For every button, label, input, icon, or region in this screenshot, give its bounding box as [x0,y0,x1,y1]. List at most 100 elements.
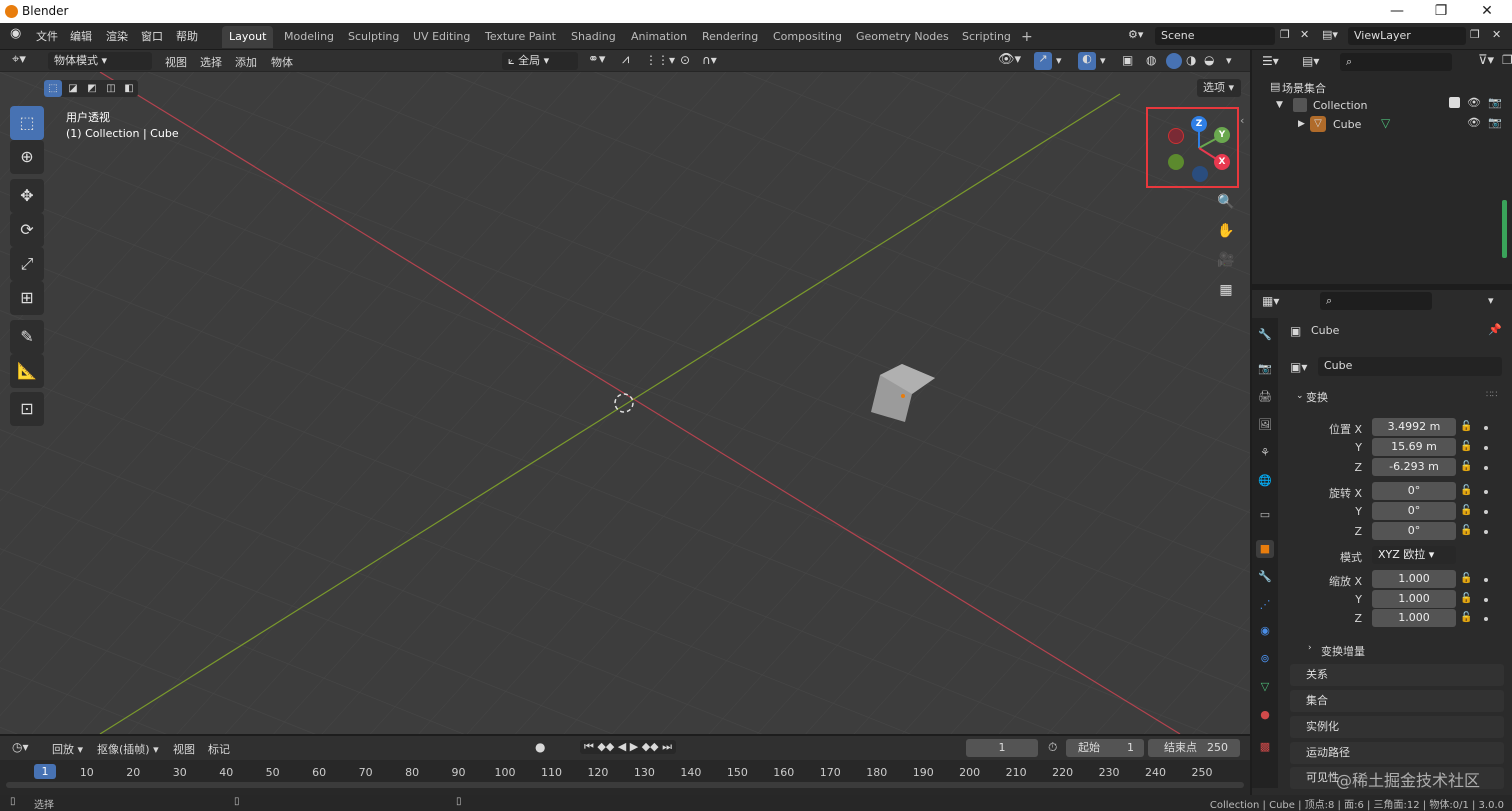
viewlayer-icon[interactable]: ▤▾ [1322,28,1338,41]
data-tab-icon[interactable]: ▽ [1256,678,1274,696]
cube-eye-icon[interactable]: 👁 [1467,116,1481,129]
measure-tool-icon[interactable]: 📐 [10,354,44,388]
preview-range-icon[interactable]: ⏱ [1048,740,1057,755]
solid-shading-icon[interactable] [1166,53,1182,69]
editor-type-icon[interactable]: ⌖▾ [12,52,26,67]
transform-collapse-icon[interactable]: ⌄ [1296,391,1304,401]
copy-scene-icon[interactable]: ❐ [1280,28,1290,41]
falloff-icon[interactable]: ∩▾ [702,53,717,67]
gizmo-x-icon[interactable]: X [1214,154,1230,170]
minimize-button[interactable]: — [1374,0,1420,23]
rendered-shading-icon[interactable]: ◒ [1204,53,1214,67]
material-shading-icon[interactable]: ◑ [1186,53,1196,67]
scene-tab-icon[interactable]: ⚘ [1256,444,1274,462]
tab-compositing[interactable]: Compositing [766,26,849,48]
lock-rotation-y-icon[interactable]: 🔓 [1460,505,1472,516]
select-extend-icon[interactable]: ◪ [64,80,82,97]
timeline-editor-icon[interactable]: ◷▾ [12,740,29,754]
collections-section-header[interactable]: 集合 [1290,690,1504,712]
current-frame-field[interactable]: 1 [966,739,1038,757]
delta-transform-header[interactable]: 变换增量 [1321,643,1365,659]
collection-tab-icon[interactable]: ▭ [1256,506,1274,524]
xray-icon[interactable]: ▣ [1122,53,1133,67]
maximize-button[interactable]: ❐ [1418,0,1464,23]
remove-scene-icon[interactable]: ✕ [1300,28,1309,41]
annotate-tool-icon[interactable]: ✎ [10,320,44,354]
cursor-tool-icon[interactable]: ⊕ [10,140,44,174]
scale-y-field[interactable]: 1.000 [1372,590,1456,608]
rotation-y-field[interactable]: 0° [1372,502,1456,520]
keyframe-dot-icon[interactable] [1484,466,1488,470]
lock-location-y-icon[interactable]: 🔓 [1460,441,1472,452]
copy-viewlayer-icon[interactable]: ❐ [1470,28,1480,41]
end-frame-field[interactable]: 结束点 250 [1148,739,1240,757]
tab-texture-paint[interactable]: Texture Paint [478,26,563,48]
overlay-dropdown-icon[interactable]: ▾ [1100,54,1106,67]
pivot-icon[interactable]: ⚭▾ [588,52,605,67]
timeline-scrollbar[interactable] [6,782,1244,788]
properties-options-icon[interactable]: ▾ [1488,294,1494,307]
location-y-field[interactable]: 15.69 m [1372,438,1456,456]
rotate-tool-icon[interactable]: ⟳ [10,213,44,247]
gizmo-toggle-icon[interactable]: ↗ [1034,52,1052,70]
proportional-edit-icon[interactable]: ⊙ [680,53,690,67]
gizmo-neg-x-icon[interactable] [1168,128,1184,144]
tab-sculpting[interactable]: Sculpting [341,26,406,48]
move-tool-icon[interactable]: ✥ [10,179,44,213]
tab-shading[interactable]: Shading [564,26,623,48]
scene-field[interactable]: Scene [1155,27,1275,45]
delta-expand-icon[interactable]: › [1308,643,1312,653]
rotation-x-field[interactable]: 0° [1372,482,1456,500]
viewlayer-field[interactable]: ViewLayer [1348,27,1466,45]
sidebar-toggle-icon[interactable]: ‹ [1240,114,1244,127]
output-tab-icon[interactable]: 🖨 [1256,388,1274,406]
record-icon[interactable]: ● [535,740,545,754]
zoom-icon[interactable]: 🔍 [1214,190,1238,214]
blender-menu-icon[interactable]: ◉ [10,26,21,41]
add-cube-tool-icon[interactable]: ⊡ [10,392,44,426]
rotation-z-field[interactable]: 0° [1372,522,1456,540]
gizmo-y-icon[interactable]: Y [1214,127,1230,143]
menu-render[interactable]: 渲染 [106,28,128,44]
lock-scale-z-icon[interactable]: 🔓 [1460,612,1472,623]
world-tab-icon[interactable]: 🌐 [1256,472,1274,490]
filter-icon[interactable]: ⊽▾ [1478,53,1494,68]
gizmo-neg-z-icon[interactable] [1192,166,1208,182]
menu-object[interactable]: 物体 [271,54,293,70]
snap-icon[interactable]: ⩘ [622,52,629,67]
lock-rotation-z-icon[interactable]: 🔓 [1460,525,1472,536]
tool-tab-icon[interactable]: 🔧 [1256,326,1274,344]
select-box-tool-icon[interactable]: ⬚ [10,106,44,140]
menu-window[interactable]: 窗口 [141,28,163,44]
mesh-data-icon[interactable]: ▽ [1381,116,1390,130]
properties-editor-icon[interactable]: ▦▾ [1262,294,1279,308]
gizmo-neg-y-icon[interactable] [1168,154,1184,170]
object-name-field[interactable]: Cube [1318,357,1502,376]
mode-dropdown[interactable]: 物体模式 ▾ [48,52,152,70]
playback-menu[interactable]: 回放 ▾ [52,741,83,757]
options-dropdown[interactable]: 选项 ▾ [1197,79,1241,97]
3d-viewport[interactable]: ⬚ ◪ ◩ ◫ ◧ 用户透视 (1) Collection | Cube ⬚ ⊕… [0,72,1250,734]
modifier-tab-icon[interactable]: 🔧 [1256,568,1274,586]
collection-checkbox[interactable] [1449,97,1460,108]
timeline-view-menu[interactable]: 视图 [173,741,195,757]
outliner-scrollbar[interactable] [1502,200,1507,258]
constraints-tab-icon[interactable]: ⊚ [1256,650,1274,668]
scale-z-field[interactable]: 1.000 [1372,609,1456,627]
tab-rendering[interactable]: Rendering [695,26,765,48]
camera-view-icon[interactable]: 🎥 [1214,248,1238,272]
motion-paths-section-header[interactable]: 运动路径 [1290,742,1504,764]
cube-camera-icon[interactable]: 📷 [1488,116,1502,129]
location-z-field[interactable]: -6.293 m [1372,458,1456,476]
marker-menu[interactable]: 标记 [208,741,230,757]
shading-dropdown-icon[interactable]: ▾ [1226,54,1232,67]
scene-icon[interactable]: ⚙▾ [1128,28,1143,41]
orientation-dropdown[interactable]: ⟀ 全局 ▾ [502,52,578,70]
menu-file[interactable]: 文件 [36,28,58,44]
lock-location-z-icon[interactable]: 🔓 [1460,461,1472,472]
menu-add[interactable]: 添加 [235,54,257,70]
playback-controls[interactable]: ⏮ ◆◆ ◀ ▶ ◆◆ ⏭ [580,740,677,754]
menu-view[interactable]: 视图 [165,54,187,70]
texture-tab-icon[interactable]: ▩ [1256,738,1274,756]
remove-viewlayer-icon[interactable]: ✕ [1492,28,1501,41]
